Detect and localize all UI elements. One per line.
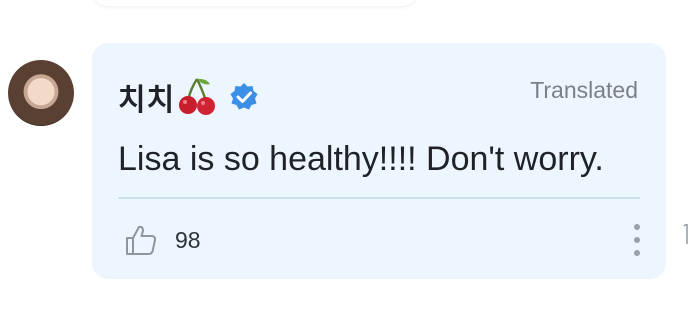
thumbs-up-icon[interactable] xyxy=(124,223,158,257)
scroll-edge-mark xyxy=(683,224,688,244)
verified-badge-icon xyxy=(230,83,258,110)
divider xyxy=(118,197,640,199)
comment-card: 치치 Translated Lisa is so healthy!!!! Don… xyxy=(92,43,666,279)
like-count: 98 xyxy=(175,227,201,253)
author-row: 치치 xyxy=(118,75,259,119)
translated-label[interactable]: Translated xyxy=(530,77,638,104)
comment-text: Lisa is so healthy!!!! Don't worry. xyxy=(118,140,604,178)
avatar[interactable] xyxy=(8,60,74,126)
cherry-emoji xyxy=(179,78,216,115)
author-name[interactable]: 치치 xyxy=(118,75,175,119)
more-vertical-icon[interactable] xyxy=(632,224,642,256)
previous-comment-card xyxy=(92,0,418,6)
